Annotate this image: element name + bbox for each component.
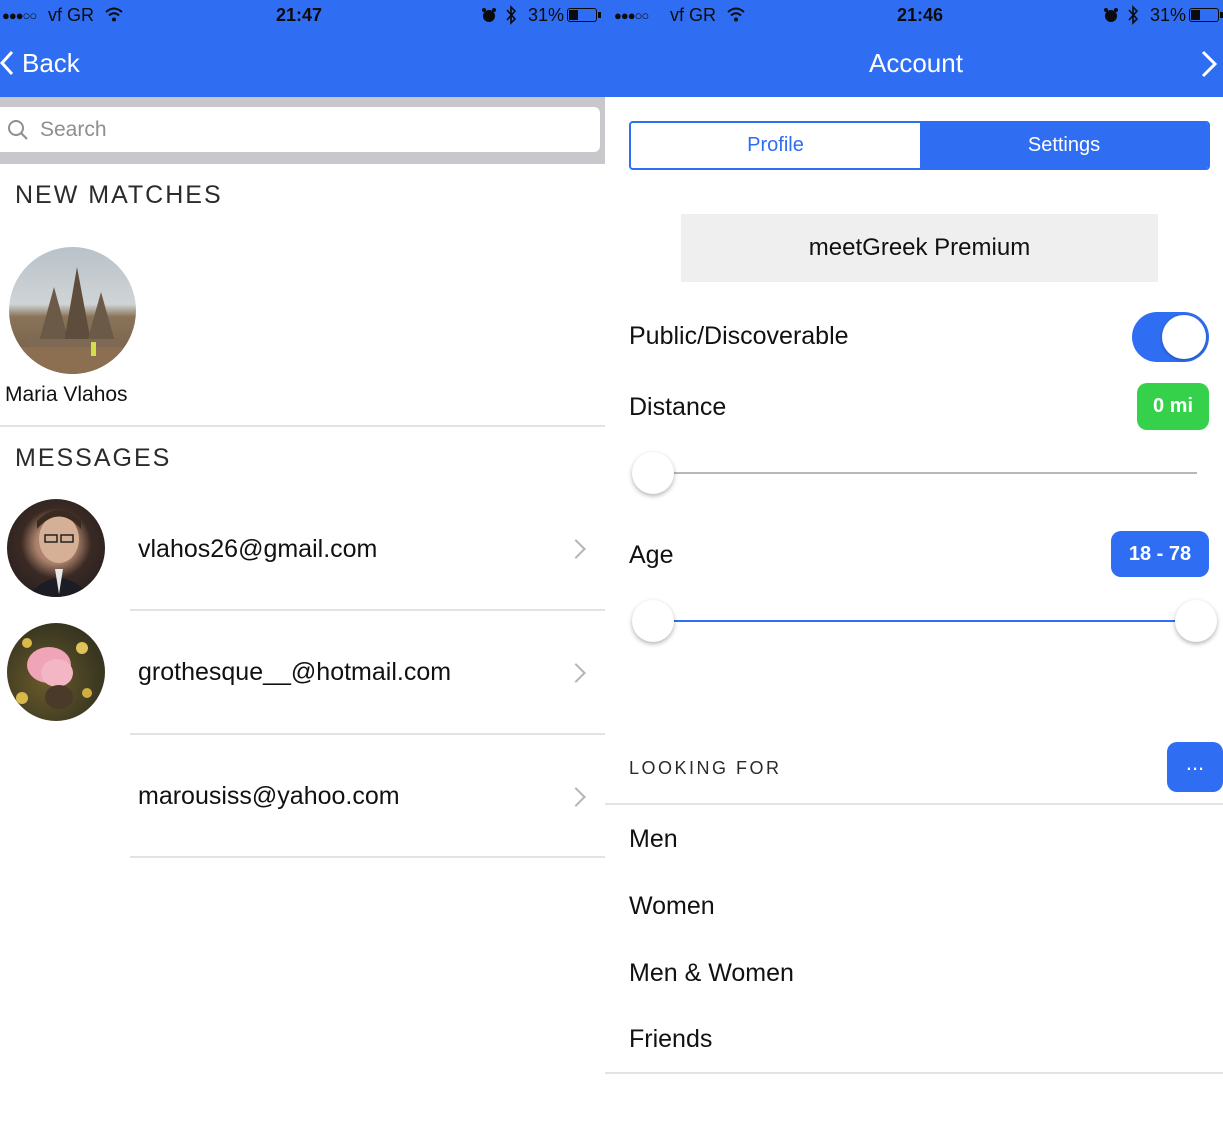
premium-button[interactable]: meetGreek Premium [681, 214, 1158, 282]
public-label: Public/Discoverable [629, 322, 849, 350]
back-label: Back [22, 48, 80, 78]
avatar [7, 623, 105, 721]
option-men-and-women[interactable]: Men & Women [629, 959, 794, 988]
new-matches-title: NEW MATCHES [15, 181, 223, 209]
top-bar [0, 0, 1223, 97]
signal-strength-icon: ●●●○○ [614, 8, 649, 23]
chevron-right-icon[interactable] [1200, 50, 1218, 78]
tab-settings[interactable]: Settings [920, 123, 1208, 168]
match-item[interactable]: Maria Vlahos [0, 245, 150, 410]
message-row[interactable]: marousiss@yahoo.com [0, 737, 605, 857]
bluetooth-icon [1128, 5, 1139, 25]
battery-icon [1189, 8, 1223, 22]
avatar [9, 247, 136, 374]
temple-photo [9, 267, 136, 374]
age-value-badge: 18 - 78 [1111, 531, 1209, 577]
status-time: 21:46 [897, 5, 944, 25]
public-toggle[interactable] [1132, 312, 1209, 362]
back-button[interactable]: Back [0, 44, 90, 84]
option-men[interactable]: Men [629, 825, 678, 854]
age-max-thumb[interactable] [1175, 600, 1217, 642]
tab-profile[interactable]: Profile [631, 123, 920, 168]
signal-strength-icon: ●●●○○ [2, 8, 37, 23]
search-bar: Search [0, 97, 605, 164]
chevron-right-icon [566, 539, 586, 559]
distance-value-badge: 0 mi [1137, 383, 1209, 430]
chevron-left-icon [0, 50, 14, 76]
message-email: vlahos26@gmail.com [138, 535, 378, 563]
distance-label: Distance [629, 393, 727, 421]
carrier-label: vf GR [48, 5, 95, 25]
avatar [7, 499, 105, 597]
match-name: Maria Vlahos [5, 383, 128, 406]
divider [130, 856, 605, 858]
age-min-thumb[interactable] [632, 600, 674, 642]
age-slider-track [653, 620, 1197, 622]
more-button[interactable]: ... [1167, 742, 1223, 792]
distance-slider-track [653, 472, 1197, 474]
avatar [7, 747, 105, 845]
status-time: 21:47 [276, 5, 323, 25]
wifi-icon [105, 7, 123, 22]
option-friends[interactable]: Friends [629, 1025, 712, 1054]
carrier-label: vf GR [670, 5, 717, 25]
search-placeholder: Search [40, 118, 107, 141]
message-email: marousiss@yahoo.com [138, 782, 400, 810]
chevron-right-icon [566, 663, 586, 683]
battery-percent: 31% [1150, 5, 1187, 25]
divider [605, 803, 1223, 805]
segmented-control: Profile Settings [629, 121, 1210, 170]
toggle-knob [1162, 315, 1206, 359]
divider [130, 733, 605, 735]
option-women[interactable]: Women [629, 892, 715, 921]
divider [0, 425, 605, 427]
messages-title: MESSAGES [15, 444, 172, 472]
looking-for-title: LOOKING FOR [629, 758, 782, 778]
divider [605, 1072, 1223, 1074]
distance-slider-thumb[interactable] [632, 452, 674, 494]
divider [130, 609, 605, 611]
alarm-icon [482, 8, 496, 22]
battery-icon [567, 8, 601, 22]
message-row[interactable]: grothesque__@hotmail.com [0, 613, 605, 733]
bluetooth-icon [506, 5, 517, 25]
child-photo [16, 638, 92, 709]
chevron-right-icon [566, 787, 586, 807]
person-photo [27, 510, 91, 597]
age-label: Age [629, 541, 674, 569]
wifi-icon [727, 7, 745, 22]
page-title: Account [869, 48, 963, 78]
alarm-icon [1104, 8, 1118, 22]
message-row[interactable]: vlahos26@gmail.com [0, 489, 605, 610]
search-input[interactable]: Search [0, 107, 600, 152]
message-email: grothesque__@hotmail.com [138, 658, 452, 686]
search-icon [8, 120, 28, 140]
battery-percent: 31% [528, 5, 565, 25]
